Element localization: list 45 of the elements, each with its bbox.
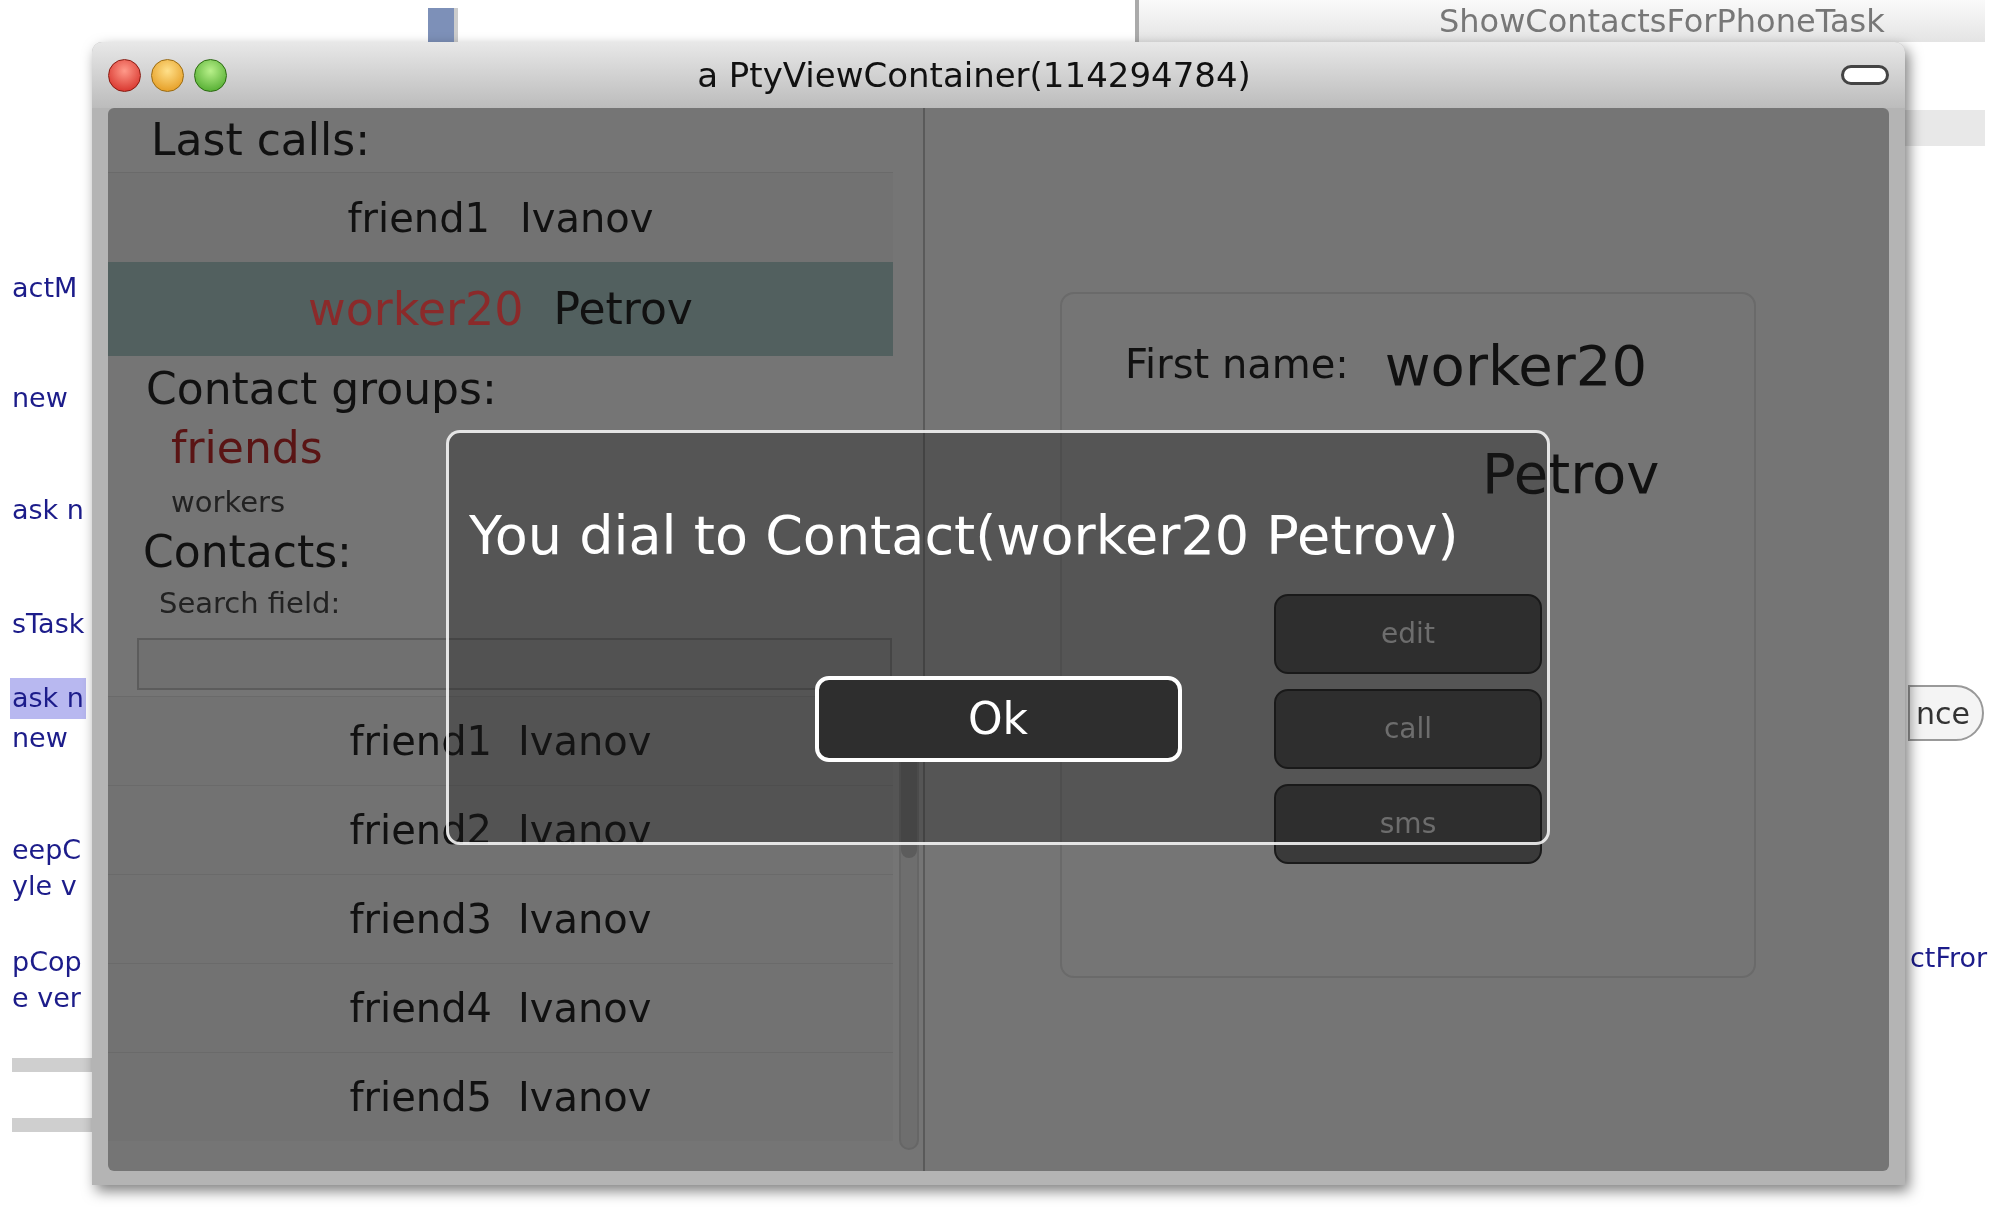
last-name: Ivanov — [518, 1073, 652, 1122]
background-text: actM — [11, 271, 79, 305]
zoom-button[interactable] — [194, 58, 227, 92]
background-text: e ver — [11, 981, 82, 1015]
ok-button[interactable]: Ok — [814, 676, 1182, 762]
background-text: new — [11, 721, 69, 755]
section-heading: Last calls: — [151, 113, 370, 167]
last-name: Ivanov — [520, 193, 654, 243]
background-tab[interactable]: ShowContactsForPhoneTask — [1135, 0, 1985, 42]
minimize-button[interactable] — [151, 58, 184, 92]
close-button[interactable] — [108, 58, 141, 92]
last-name: Ivanov — [518, 806, 652, 855]
action-button[interactable]: sms — [1274, 784, 1542, 864]
section-heading: Contacts: — [143, 526, 352, 578]
dialog-message: You dial to Contact(worker20 Petrov) — [469, 503, 1459, 569]
last-call-item[interactable]: worker20 Petrov — [108, 262, 893, 356]
background-text: ask n — [10, 678, 86, 719]
background-text: ask n — [11, 493, 85, 527]
search-field-label: Search field: — [159, 585, 341, 623]
background-text: ctFror — [1910, 941, 1988, 975]
background-text: new — [11, 381, 69, 415]
first-name: friend3 — [349, 895, 492, 944]
background-button[interactable]: nce — [1908, 685, 1984, 741]
first-name: friend4 — [349, 984, 492, 1033]
contact-group-item[interactable]: friends — [171, 416, 923, 480]
background-text: eepC — [11, 833, 83, 867]
first-name-value: worker20 — [1384, 338, 1648, 394]
search-field[interactable] — [137, 638, 892, 690]
background-text: yle v — [11, 869, 78, 903]
section-heading: Contact groups: — [146, 362, 497, 416]
action-button[interactable]: edit — [1274, 594, 1542, 674]
last-name: Ivanov — [518, 717, 652, 766]
background-text: sTask — [11, 607, 86, 641]
last-name: Petrov — [553, 282, 693, 336]
window-title: a PtyViewContainer(114294784) — [696, 53, 1252, 97]
last-name: Ivanov — [518, 984, 652, 1033]
first-name: friend1 — [347, 193, 490, 243]
background-scroll-thumb[interactable] — [428, 8, 458, 44]
action-button[interactable]: call — [1274, 689, 1542, 769]
first-name-label: First name: — [1125, 340, 1349, 389]
last-name: Ivanov — [518, 895, 652, 944]
toolbar-toggle-button[interactable] — [1841, 65, 1889, 85]
first-name: friend5 — [349, 1073, 492, 1122]
background-text: pCop — [11, 945, 83, 979]
first-name: worker20 — [308, 280, 524, 338]
